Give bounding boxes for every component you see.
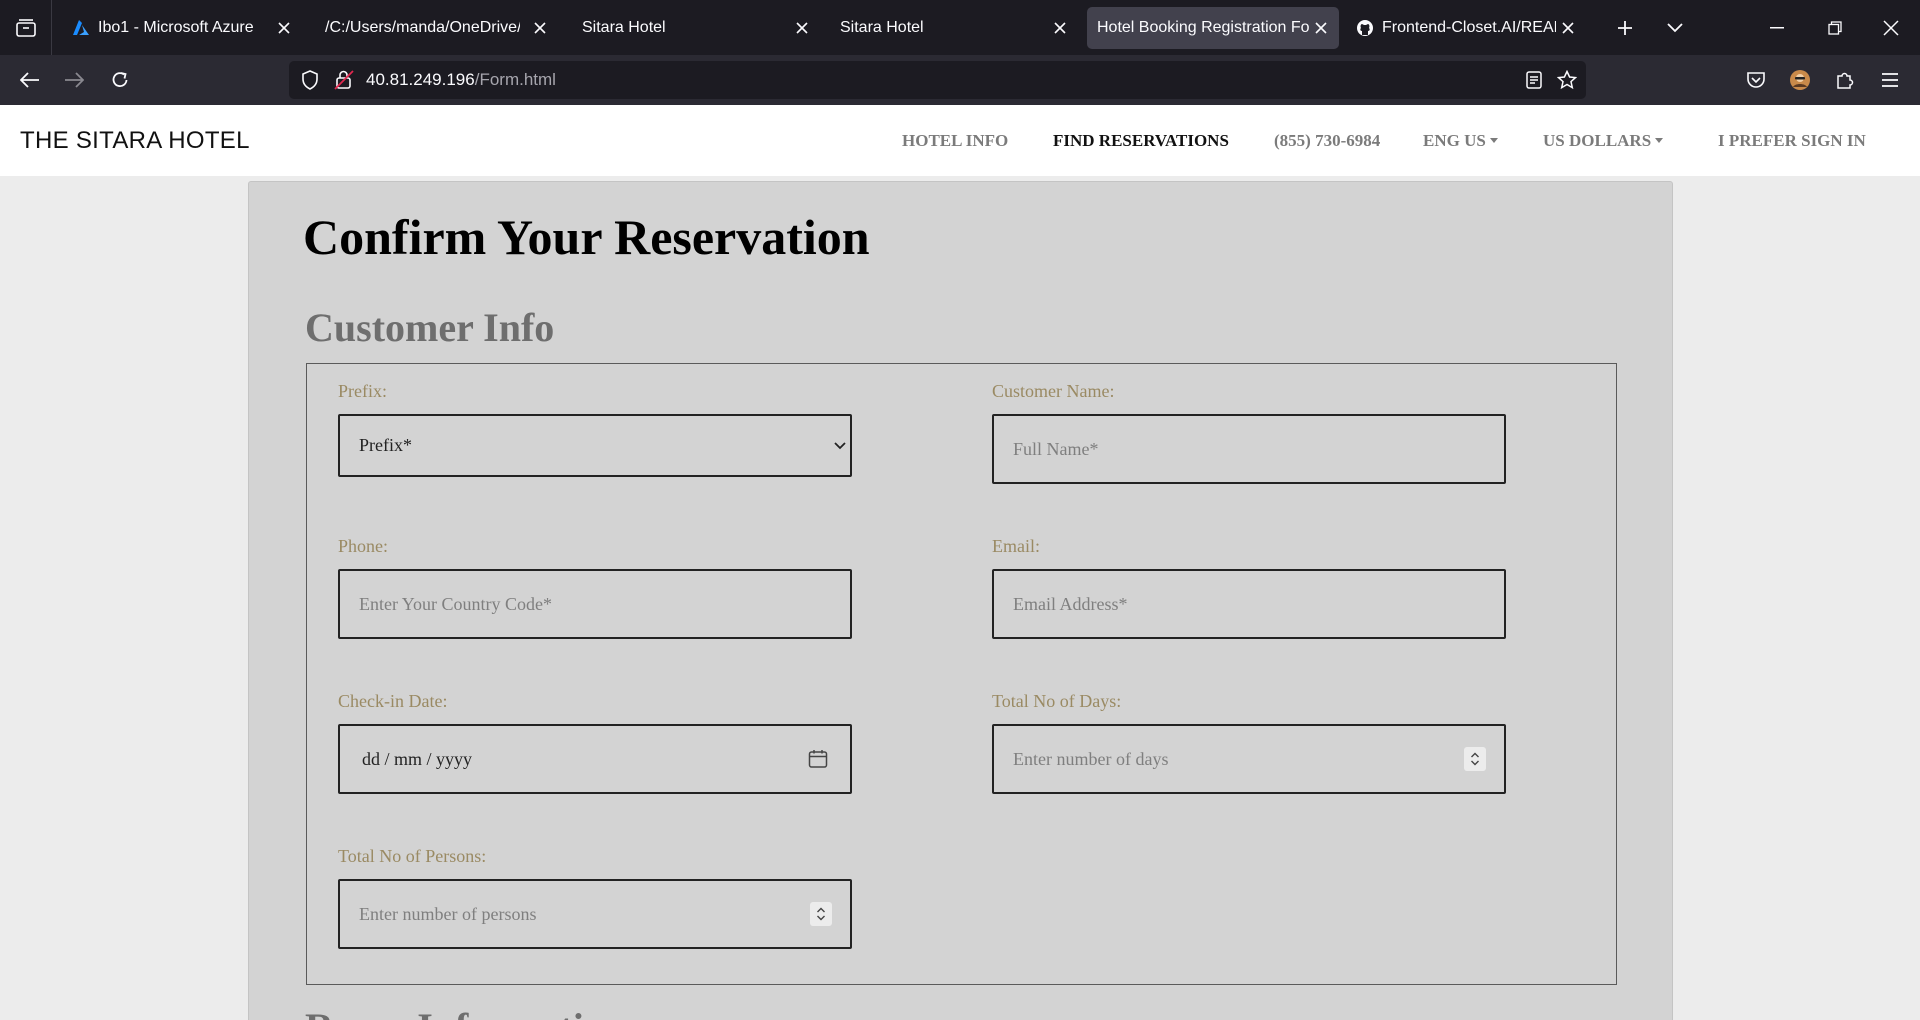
total-persons-label: Total No of Persons: bbox=[338, 846, 487, 866]
prefix-label: Prefix: bbox=[338, 381, 387, 401]
page-title: Confirm Your Reservation bbox=[303, 209, 870, 265]
customer-name-input[interactable]: Full Name* bbox=[992, 414, 1506, 484]
caret-down-icon bbox=[1489, 138, 1498, 144]
url-text: 40.81.249.196/Form.html bbox=[366, 61, 556, 99]
url-host: 40.81.249.196 bbox=[366, 70, 475, 89]
nav-language-dropdown[interactable]: ENG US bbox=[1423, 105, 1498, 176]
total-days-input[interactable]: Enter number of days bbox=[992, 724, 1506, 794]
email-label: Email: bbox=[992, 536, 1040, 556]
close-tab-icon[interactable] bbox=[1048, 16, 1072, 40]
nav-hotel-info[interactable]: HOTEL INFO bbox=[902, 105, 1008, 176]
checkin-date-value: dd / mm / yyyy bbox=[362, 748, 473, 769]
new-tab-icon[interactable] bbox=[1610, 10, 1640, 46]
tab-title: Sitara Hotel bbox=[582, 19, 666, 36]
tab-sitara-hotel-1[interactable]: Sitara Hotel bbox=[572, 7, 820, 49]
tab-title: Ibo1 - Microsoft Azure bbox=[98, 19, 254, 36]
browser-navigation-bar: 40.81.249.196/Form.html bbox=[0, 55, 1920, 105]
close-tab-icon[interactable] bbox=[1309, 16, 1333, 40]
insecure-lock-icon[interactable] bbox=[331, 67, 357, 93]
currency-label: US DOLLARS bbox=[1543, 131, 1652, 150]
total-days-label: Total No of Days: bbox=[992, 691, 1122, 711]
back-arrow-icon[interactable] bbox=[14, 63, 46, 97]
nav-sign-in[interactable]: I PREFER SIGN IN bbox=[1718, 105, 1866, 176]
tab-github-readme[interactable]: Frontend-Closet.AI/README.md bbox=[1346, 7, 1586, 49]
reader-view-icon[interactable] bbox=[1521, 67, 1547, 93]
github-icon bbox=[1356, 19, 1374, 37]
language-label: ENG US bbox=[1423, 131, 1486, 150]
customer-name-label: Customer Name: bbox=[992, 381, 1115, 401]
close-tab-icon[interactable] bbox=[790, 16, 814, 40]
email-placeholder: Email Address* bbox=[1013, 593, 1128, 614]
chevron-down-icon bbox=[834, 441, 846, 450]
forward-arrow-icon[interactable] bbox=[58, 63, 90, 97]
tab-sitara-hotel-2[interactable]: Sitara Hotel bbox=[830, 7, 1078, 49]
restore-window-icon[interactable] bbox=[1820, 10, 1850, 46]
hamburger-menu-icon[interactable] bbox=[1874, 63, 1906, 97]
caret-down-icon bbox=[1655, 138, 1664, 144]
calendar-icon[interactable] bbox=[808, 749, 828, 769]
shield-icon[interactable] bbox=[297, 67, 323, 93]
site-brand-logo[interactable]: THE SITARA HOTEL bbox=[20, 105, 250, 176]
phone-input[interactable]: Enter Your Country Code* bbox=[338, 569, 852, 639]
tab-title: Hotel Booking Registration Form bbox=[1097, 19, 1309, 36]
tab-title: Frontend-Closet.AI/README.md bbox=[1382, 19, 1556, 36]
customer-info-fieldset: Prefix: Prefix* Customer Name: Full Name… bbox=[306, 363, 1617, 985]
reload-icon[interactable] bbox=[104, 63, 136, 97]
prefix-selected-value: Prefix* bbox=[359, 435, 412, 455]
close-tab-icon[interactable] bbox=[1556, 16, 1580, 40]
phone-label: Phone: bbox=[338, 536, 389, 556]
prefix-select[interactable]: Prefix* bbox=[338, 414, 852, 477]
tab-title: Sitara Hotel bbox=[840, 19, 924, 36]
close-tab-icon[interactable] bbox=[528, 16, 552, 40]
number-spinner-icon[interactable] bbox=[810, 902, 832, 926]
azure-icon bbox=[72, 19, 90, 37]
total-days-placeholder: Enter number of days bbox=[1013, 748, 1169, 769]
tab-title: /C:/Users/manda/OneDrive/Desktop bbox=[325, 19, 520, 36]
chevron-down-icon[interactable] bbox=[1660, 10, 1690, 46]
minimize-window-icon[interactable] bbox=[1762, 10, 1792, 46]
browser-tab-bar: Ibo1 - Microsoft Azure /C:/Users/manda/O… bbox=[0, 0, 1920, 55]
checkin-date-input[interactable]: dd / mm / yyyy bbox=[338, 724, 852, 794]
extensions-puzzle-icon[interactable] bbox=[1829, 63, 1861, 97]
number-spinner-icon[interactable] bbox=[1464, 747, 1486, 771]
tab-azure[interactable]: Ibo1 - Microsoft Azure bbox=[62, 7, 302, 49]
nav-currency-dropdown[interactable]: US DOLLARS bbox=[1543, 105, 1664, 176]
tab-hotel-booking-form[interactable]: Hotel Booking Registration Form bbox=[1087, 7, 1339, 49]
phone-placeholder: Enter Your Country Code* bbox=[359, 593, 552, 614]
address-bar[interactable]: 40.81.249.196/Form.html bbox=[289, 61, 1586, 99]
list-all-tabs-icon[interactable] bbox=[0, 0, 52, 55]
reservation-card: Confirm Your Reservation Customer Info P… bbox=[248, 181, 1673, 1020]
nav-find-reservations[interactable]: FIND RESERVATIONS bbox=[1053, 105, 1229, 176]
url-path: /Form.html bbox=[474, 70, 556, 89]
bookmark-star-icon[interactable] bbox=[1554, 67, 1580, 93]
email-input[interactable]: Email Address* bbox=[992, 569, 1506, 639]
checkin-date-label: Check-in Date: bbox=[338, 691, 448, 711]
room-information-heading: Room Information bbox=[305, 1004, 626, 1020]
total-persons-input[interactable]: Enter number of persons bbox=[338, 879, 852, 949]
tab-local-file[interactable]: /C:/Users/manda/OneDrive/Desktop bbox=[315, 7, 558, 49]
total-persons-placeholder: Enter number of persons bbox=[359, 903, 537, 924]
pocket-icon[interactable] bbox=[1740, 63, 1772, 97]
nav-phone-number[interactable]: (855) 730-6984 bbox=[1274, 105, 1380, 176]
site-header: THE SITARA HOTEL HOTEL INFO FIND RESERVA… bbox=[0, 105, 1920, 176]
customer-info-heading: Customer Info bbox=[305, 305, 555, 350]
close-tab-icon[interactable] bbox=[272, 16, 296, 40]
customer-name-placeholder: Full Name* bbox=[1013, 438, 1099, 459]
close-window-icon[interactable] bbox=[1876, 10, 1906, 46]
account-avatar-icon[interactable] bbox=[1784, 63, 1816, 97]
